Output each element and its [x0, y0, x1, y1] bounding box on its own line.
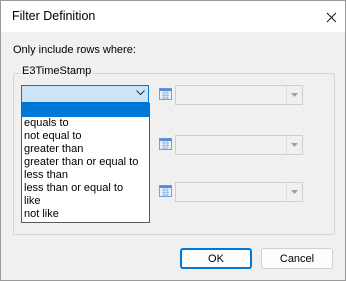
close-icon	[326, 12, 336, 22]
group-label: E3TimeStamp	[20, 65, 94, 77]
ok-button[interactable]: OK	[180, 248, 252, 269]
instruction-text: Only include rows where:	[13, 44, 136, 56]
close-button[interactable]	[319, 5, 343, 29]
dropdown-item[interactable]: not equal to	[22, 130, 149, 143]
calendar-icon	[159, 88, 172, 100]
cancel-button[interactable]: Cancel	[261, 248, 333, 269]
value-field-3	[175, 182, 303, 202]
calendar-icon	[159, 185, 172, 197]
value-field-2-dropdown	[286, 136, 302, 154]
chevron-down-icon	[136, 90, 145, 96]
operator-dropdown-list: equals to not equal to greater than grea…	[21, 103, 150, 223]
dropdown-arrow-icon	[291, 190, 298, 194]
title-bar: Filter Definition	[1, 1, 345, 32]
value-field-1	[175, 85, 303, 105]
dropdown-item[interactable]: like	[22, 195, 149, 208]
dropdown-arrow-icon	[291, 143, 298, 147]
dropdown-item[interactable]: not like	[22, 208, 149, 221]
dropdown-item-empty[interactable]	[22, 104, 149, 117]
window-title: Filter Definition	[12, 9, 96, 23]
value-field-3-dropdown	[286, 183, 302, 201]
filter-dialog-window: Filter Definition Only include rows wher…	[0, 0, 346, 281]
calendar-icon	[159, 138, 172, 150]
dropdown-item[interactable]: less than	[22, 169, 149, 182]
value-field-2	[175, 135, 303, 155]
dropdown-item[interactable]: equals to	[22, 117, 149, 130]
dropdown-item[interactable]: less than or equal to	[22, 182, 149, 195]
value-field-1-dropdown	[286, 86, 302, 104]
dropdown-arrow-icon	[291, 93, 298, 97]
dropdown-item[interactable]: greater than	[22, 143, 149, 156]
operator-combo-1[interactable]	[21, 85, 149, 103]
dropdown-item[interactable]: greater than or equal to	[22, 156, 149, 169]
